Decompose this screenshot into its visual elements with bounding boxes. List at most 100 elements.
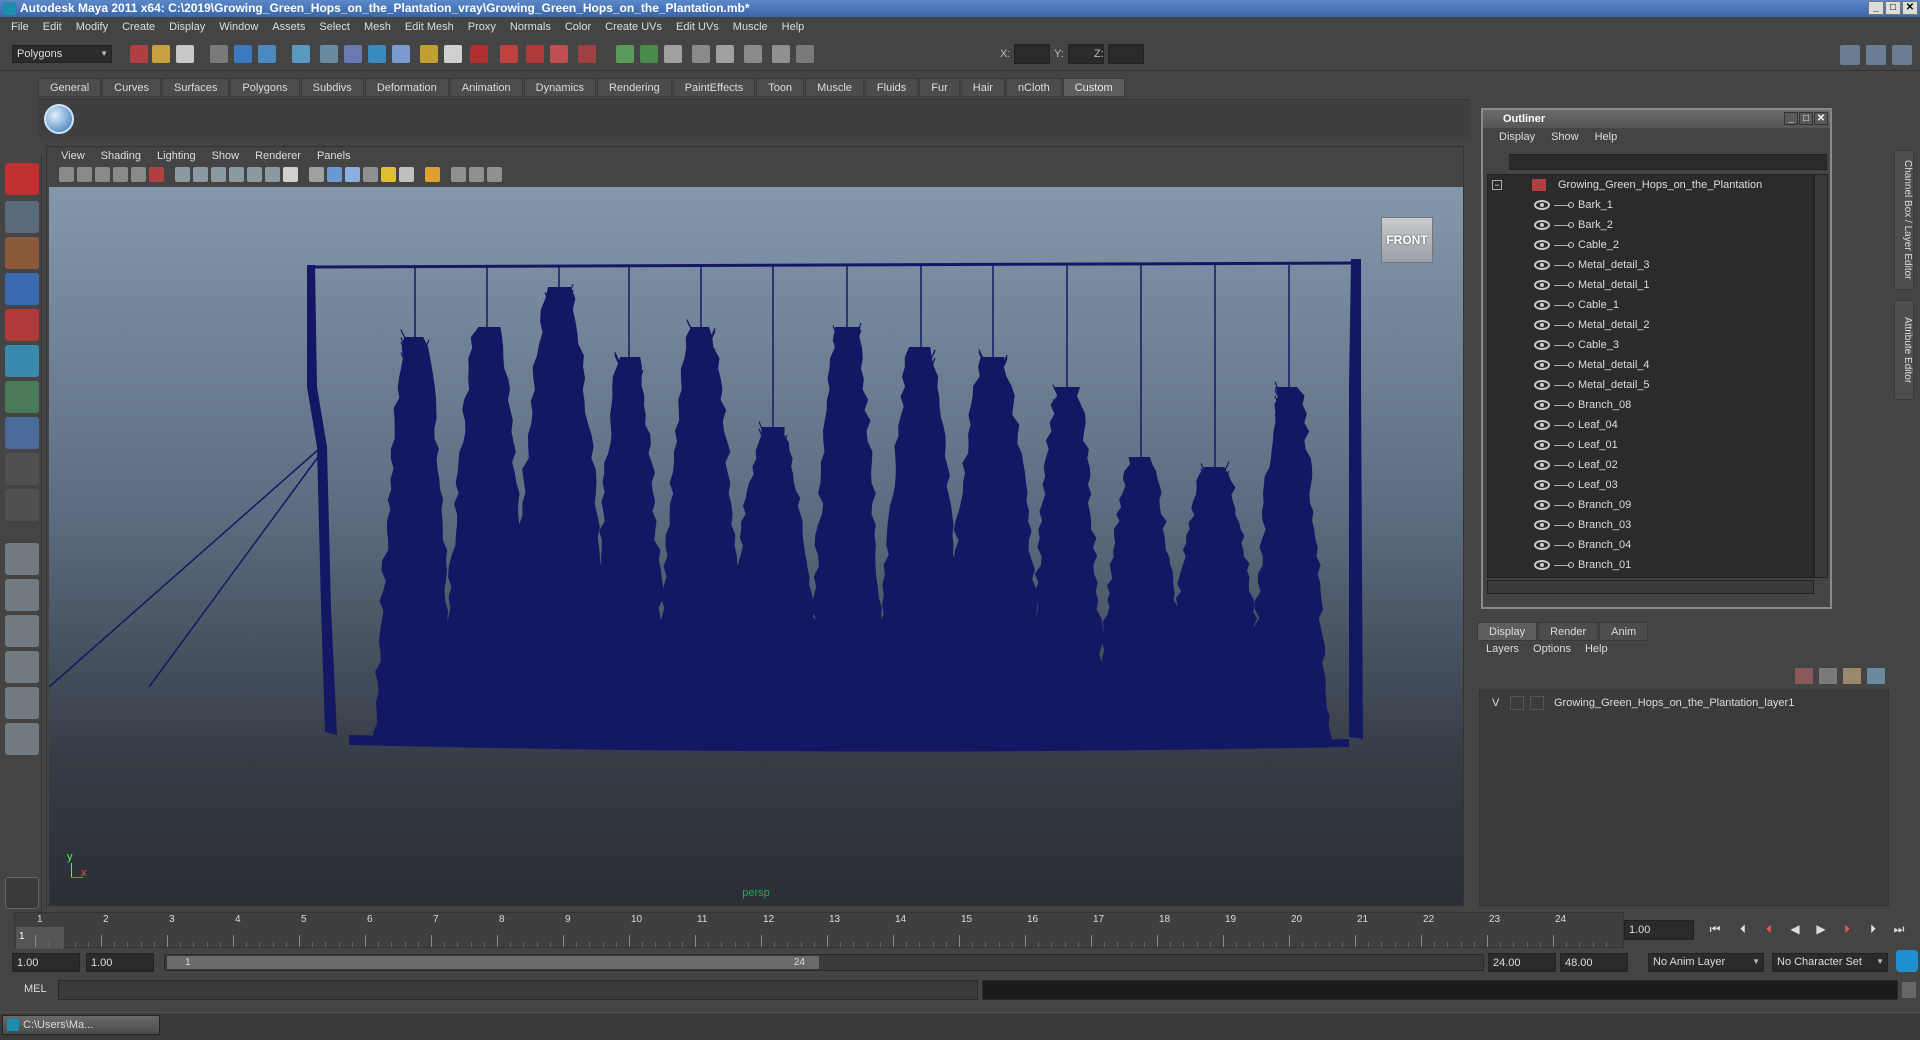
render-frame-icon[interactable]	[500, 45, 518, 63]
panel-menu-view[interactable]: View	[53, 150, 93, 162]
2d-pan-zoom-icon[interactable]	[131, 167, 146, 182]
menu-edit[interactable]: Edit	[36, 21, 69, 33]
outliner-maximize-button[interactable]: □	[1799, 112, 1813, 125]
four-pane-layout-icon[interactable]	[5, 579, 39, 611]
relative-transform-icon[interactable]	[772, 45, 790, 63]
soft-mod-tool-icon[interactable]	[5, 417, 39, 449]
safe-title-icon[interactable]	[283, 167, 298, 182]
outliner-item[interactable]: Branch_03	[1488, 515, 1813, 535]
shelf-tab-fur[interactable]: Fur	[919, 78, 960, 97]
play-backwards-button[interactable]: ◀	[1784, 922, 1806, 940]
play-forwards-button[interactable]: ▶	[1810, 922, 1832, 940]
persp-viewport[interactable]: FRONT persp y x	[49, 187, 1463, 905]
grid-icon[interactable]	[175, 167, 190, 182]
shelf-tab-fluids[interactable]: Fluids	[864, 78, 919, 97]
layer-tab-anim[interactable]: Anim	[1599, 622, 1649, 641]
snap-grid-icon[interactable]	[320, 45, 338, 63]
hypershade-layout-icon[interactable]	[5, 687, 39, 719]
construction-history-icon[interactable]	[470, 45, 488, 63]
outliner-item[interactable]: Metal_detail_1	[1488, 275, 1813, 295]
menu-edit-mesh[interactable]: Edit Mesh	[398, 21, 461, 33]
menu-modify[interactable]: Modify	[69, 21, 115, 33]
outliner-menu-help[interactable]: Help	[1587, 131, 1626, 143]
shelf-tab-painteffects[interactable]: PaintEffects	[672, 78, 756, 97]
camera-attributes-icon[interactable]	[77, 167, 92, 182]
layer-menu-layers[interactable]: Layers	[1479, 643, 1526, 655]
panel-menu-show[interactable]: Show	[204, 150, 248, 162]
menu-file[interactable]: File	[4, 21, 36, 33]
shelf-tab-curves[interactable]: Curves	[102, 78, 161, 97]
new-scene-icon[interactable]	[130, 45, 148, 63]
shelf-tab-surfaces[interactable]: Surfaces	[161, 78, 230, 97]
outliner-menu-display[interactable]: Display	[1491, 131, 1543, 143]
toggle-panel-icon[interactable]	[1840, 45, 1860, 65]
outliner-item[interactable]: Leaf_03	[1488, 475, 1813, 495]
outliner-horizontal-scrollbar[interactable]	[1487, 580, 1814, 594]
field-chart-icon[interactable]	[247, 167, 262, 182]
shelf-tab-animation[interactable]: Animation	[449, 78, 523, 97]
start-time-field[interactable]: 1.00	[12, 953, 80, 972]
texture-icon[interactable]	[363, 167, 378, 182]
menu-mesh[interactable]: Mesh	[357, 21, 398, 33]
xray-joints-icon[interactable]	[469, 167, 484, 182]
outliner-item[interactable]: Metal_detail_3	[1488, 255, 1813, 275]
outliner-item[interactable]: Branch_08	[1488, 395, 1813, 415]
playback-start-field[interactable]: 1.00	[86, 953, 154, 972]
outliner-item[interactable]: Cable_2	[1488, 235, 1813, 255]
shelf-tab-custom[interactable]: Custom	[1062, 78, 1125, 97]
layer-tab-render[interactable]: Render	[1538, 622, 1599, 641]
shelf-tab-subdivs[interactable]: Subdivs	[300, 78, 364, 97]
attribute-editor-tab[interactable]: Attribute Editor	[1894, 300, 1914, 400]
shadows-icon[interactable]	[399, 167, 414, 182]
layer-options-icon[interactable]	[1843, 668, 1861, 684]
go-to-start-button[interactable]: ⏮	[1704, 922, 1726, 940]
outliner-minimize-button[interactable]: _	[1784, 112, 1798, 125]
collapse-toggle-icon[interactable]: −	[1492, 180, 1502, 190]
layer-type-toggle[interactable]	[1510, 696, 1524, 710]
outliner-item[interactable]: Branch_04	[1488, 535, 1813, 555]
z-field[interactable]	[1108, 44, 1144, 64]
outliner-item[interactable]: Cable_1	[1488, 295, 1813, 315]
menu-proxy[interactable]: Proxy	[461, 21, 503, 33]
save-scene-icon[interactable]	[176, 45, 194, 63]
show-manipulator-icon[interactable]	[5, 453, 39, 485]
layer-visibility-toggle[interactable]: V	[1492, 693, 1499, 713]
layer-sort-icon[interactable]	[1867, 668, 1885, 684]
menu-create-uvs[interactable]: Create UVs	[598, 21, 669, 33]
menu-assets[interactable]: Assets	[265, 21, 312, 33]
layer-tab-display[interactable]: Display	[1477, 622, 1538, 641]
outliner-item[interactable]: Cable_3	[1488, 335, 1813, 355]
quick-layout-icon[interactable]	[5, 877, 39, 909]
safe-action-icon[interactable]	[265, 167, 280, 182]
select-tool-icon[interactable]	[5, 163, 39, 195]
outliner-menu-show[interactable]: Show	[1543, 131, 1587, 143]
shelf-tab-deformation[interactable]: Deformation	[364, 78, 449, 97]
minimize-button[interactable]: _	[1868, 1, 1884, 15]
anim-layer-dropdown[interactable]: No Anim Layer	[1648, 953, 1764, 972]
snap-view-plane-icon[interactable]	[392, 45, 410, 63]
menu-edit-uvs[interactable]: Edit UVs	[669, 21, 726, 33]
panel-menu-renderer[interactable]: Renderer	[247, 150, 309, 162]
input-line-icon[interactable]	[744, 45, 762, 63]
taskbar-window-item[interactable]: C:\Users\Ma...	[2, 1015, 160, 1035]
close-button[interactable]: ✕	[1902, 1, 1918, 15]
outliner-vertical-scrollbar[interactable]	[1814, 174, 1828, 578]
open-scene-icon[interactable]	[152, 45, 170, 63]
show-graph-icon[interactable]	[640, 45, 658, 63]
step-forward-key-button[interactable]: ⏵	[1836, 922, 1858, 940]
history-icon[interactable]	[444, 45, 462, 63]
time-slider[interactable]: 1 1 2 3 4 5 6 7 8 9 10 11 12 13 14 15 16 17 18 19 20 21 22 23 2…	[14, 912, 1624, 949]
outliner-item[interactable]: Metal_detail_5	[1488, 375, 1813, 395]
select-mode-hierarchy-icon[interactable]	[210, 45, 228, 63]
select-camera-icon[interactable]	[59, 167, 74, 182]
shelf-tab-muscle[interactable]: Muscle	[805, 78, 864, 97]
attribute-editor-toggle-icon[interactable]	[1892, 45, 1912, 65]
menu-help[interactable]: Help	[775, 21, 812, 33]
unlock-icon[interactable]	[716, 45, 734, 63]
shelf-tab-rendering[interactable]: Rendering	[596, 78, 672, 97]
shelf-tab-ncloth[interactable]: nCloth	[1005, 78, 1062, 97]
grease-pencil-icon[interactable]	[149, 167, 164, 182]
select-mode-object-icon[interactable]	[234, 45, 252, 63]
absolute-transform-icon[interactable]	[796, 45, 814, 63]
step-back-frame-button[interactable]: ⏴	[1732, 922, 1754, 940]
